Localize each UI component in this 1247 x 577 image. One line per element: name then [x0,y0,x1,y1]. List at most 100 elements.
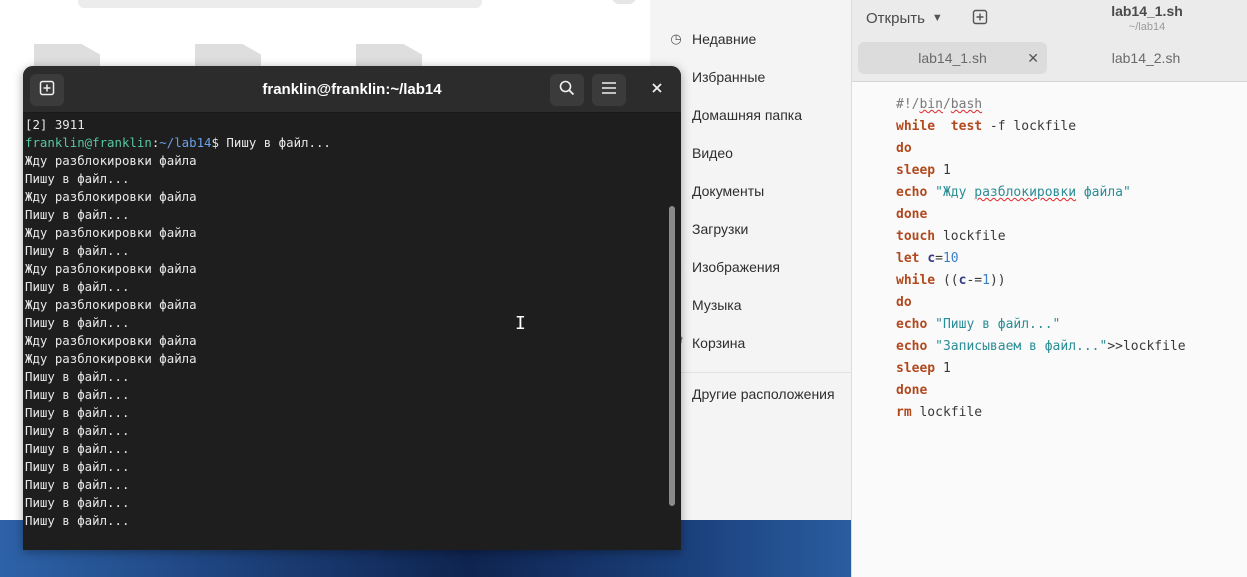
code-line: while ((c-=1)) [896,270,1186,292]
code-token: (( [935,273,959,288]
code-line: while test -f lockfile [896,116,1186,138]
code-token: lockfile [911,405,983,420]
code-token: echo [896,339,928,354]
code-token: файла" [1076,185,1131,200]
terminal-line: Пишу в файл... [25,369,130,384]
new-tab-button[interactable] [30,74,64,106]
code-token: bash [950,97,983,112]
search-icon [559,80,575,101]
sidebar-item-label: Изображения [692,259,780,275]
code-token: 1 [935,163,951,178]
sidebar-item-label: Избранные [692,69,766,85]
code-token: "Пишу в файл..." [927,317,1061,332]
terminal-line: Жду разблокировки файла [25,297,197,312]
text-cursor-icon: I [515,313,526,334]
prompt-user: franklin@franklin [25,135,152,150]
terminal-line: [2] 3911 [25,117,85,132]
close-button[interactable] [640,74,674,106]
text-editor-window: Открыть ▼ lab14_1.sh ~/lab14 lab14_1.sh … [851,0,1247,577]
sidebar-item-documents[interactable]: ▤Документы [668,179,764,203]
terminal-header: franklin@franklin:~/lab14 [23,66,681,113]
code-token: let [896,251,920,266]
code-token: touch [896,229,936,244]
clock-icon: ◷ [670,31,682,46]
code-token: c [927,251,936,266]
code-token: while [896,273,936,288]
open-button-label: Открыть [866,9,925,27]
code-token: / [942,97,951,112]
code-token: sleep [896,361,936,376]
code-line: sleep 1 [896,160,1186,182]
code-token: lockfile [935,229,1006,244]
document-title: lab14_1.sh [1111,3,1183,19]
code-token: "Записываем в файл..." [927,339,1108,354]
code-token: = [935,251,943,266]
code-token: 1 [982,273,990,288]
search-button[interactable] [550,74,584,106]
path-bar[interactable] [78,0,482,8]
open-button[interactable]: Открыть ▼ [866,8,943,28]
close-icon [651,81,663,99]
code-token: )) [989,273,1006,288]
code-token: rm [896,405,912,420]
terminal-line: Жду разблокировки файла [25,261,197,276]
terminal-output[interactable]: [2] 3911 franklin@franklin:~/lab14$ Пишу … [25,116,665,550]
terminal-line: Жду разблокировки файла [25,333,197,348]
code-token: do [896,141,912,156]
code-line: touch lockfile [896,226,1186,248]
terminal-scrollbar-thumb[interactable] [669,206,675,506]
tab-label: lab14_2.sh [1111,50,1181,66]
terminal-line: Пишу в файл... [25,459,130,474]
tab-label: lab14_1.sh [918,50,987,66]
terminal-line: Пишу в файл... [25,279,130,294]
code-token: test [950,119,983,134]
new-tab-icon [39,80,55,101]
terminal-line: Пишу в файл... [25,423,130,438]
terminal-line: Пишу в файл... [25,405,130,420]
tab-lab14-1[interactable]: lab14_1.sh ✕ [858,42,1047,74]
code-line: #!/bin/bash [896,94,1186,116]
sidebar-item-label: Другие расположения [692,386,835,402]
chevron-down-icon: ▼ [931,12,943,24]
new-document-icon[interactable] [972,9,988,25]
editor-header: Открыть ▼ lab14_1.sh ~/lab14 lab14_1.sh … [852,0,1247,82]
terminal-line: franklin@franklin:~/lab14$ Пишу в файл..… [25,135,331,150]
code-line: let c=10 [896,248,1186,270]
code-token: 1 [935,361,951,376]
terminal-line: Жду разблокировки файла [25,189,197,204]
terminal-line: Пишу в файл... [25,171,130,186]
command-text: $ Пишу в файл... [211,135,331,150]
code-token: разблокировки [974,185,1077,200]
tab-lab14-2[interactable]: lab14_2.sh [1052,42,1240,74]
menu-button[interactable] [592,74,626,106]
code-token: done [896,383,928,398]
terminal-window: franklin@franklin:~/lab14 [2] 3911 frankl… [23,66,681,550]
code-line: do [896,138,1186,160]
code-token: bin [919,97,943,112]
sidebar-item-pictures[interactable]: ▨Изображения [668,255,780,279]
code-area[interactable]: #!/bin/bash while test -f lockfile do sleep… [896,94,1186,424]
sidebar-item-home[interactable]: ⌂Домашняя папка [668,103,802,127]
code-token: "Жду [927,185,975,200]
code-line: done [896,204,1186,226]
code-token: >>lockfile [1107,339,1186,354]
code-token: #!/ [896,97,920,112]
code-token: echo [896,185,928,200]
close-icon[interactable]: ✕ [1027,42,1039,74]
terminal-line: Пишу в файл... [25,495,130,510]
terminal-line: Пишу в файл... [25,207,130,222]
terminal-line: Пишу в файл... [25,513,130,528]
sidebar-item-starred[interactable]: ☆Избранные [668,65,765,89]
sidebar-item-recent[interactable]: ◷ Недавние [668,27,756,51]
sidebar-item-other-locations[interactable]: +Другие расположения [668,382,835,406]
sidebar-item-label: Загрузки [692,221,749,237]
code-token: -= [966,273,983,288]
code-line: sleep 1 [896,358,1186,380]
hamburger-icon [601,81,617,100]
sidebar-item-label: Недавние [692,31,757,47]
files-header-button[interactable] [612,0,636,4]
sidebar-item-label: Домашняя папка [692,107,803,123]
terminal-line: Пишу в файл... [25,243,130,258]
code-token: while [896,119,936,134]
